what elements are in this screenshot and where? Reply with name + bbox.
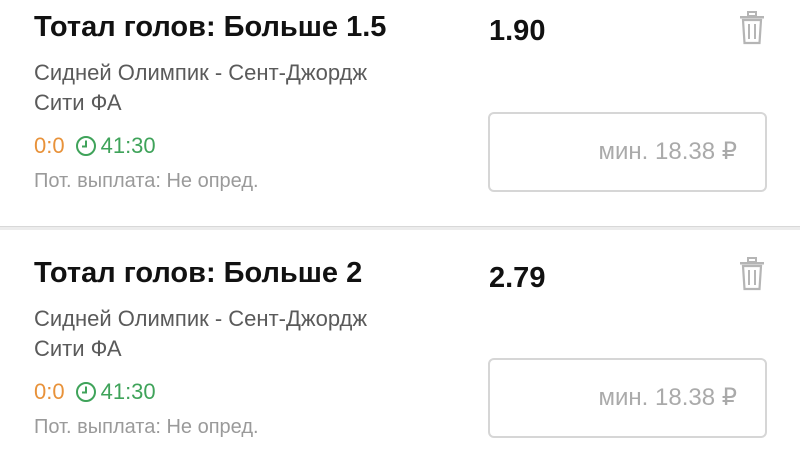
match-score: 0:0 <box>34 379 65 404</box>
trash-icon[interactable] <box>737 257 767 291</box>
match-time: 41:30 <box>100 379 156 404</box>
trash-icon[interactable] <box>737 11 767 45</box>
potential-payout: Пот. выплата: Не опред. <box>34 416 259 438</box>
bet-slip-item: Тотал голов: Больше 2 2.79 Сидней Олимпи… <box>0 230 800 470</box>
match-score: 0:0 <box>34 133 65 158</box>
live-status: 0:0 41:30 <box>34 378 156 406</box>
potential-payout: Пот. выплата: Не опред. <box>34 170 259 192</box>
match-time: 41:30 <box>100 133 156 158</box>
event-name-line1: Сидней Олимпик - Сент-Джордж <box>34 306 368 331</box>
event-name-line2: Сити ФА <box>34 90 122 115</box>
market-name: Тотал голов: Больше 2 <box>34 257 363 289</box>
stake-input[interactable] <box>488 358 767 438</box>
live-status: 0:0 41:30 <box>34 132 156 160</box>
clock-icon <box>75 135 97 157</box>
odds-value: 2.79 <box>489 262 546 294</box>
event-name: Сидней Олимпик - Сент-Джордж Сити ФА <box>34 58 454 118</box>
market-name: Тотал голов: Больше 1.5 <box>34 11 387 43</box>
event-name: Сидней Олимпик - Сент-Джордж Сити ФА <box>34 304 454 364</box>
clock-icon <box>75 381 97 403</box>
bet-slip-item: Тотал голов: Больше 1.5 1.90 Сидней Олим… <box>0 0 800 226</box>
event-name-line1: Сидней Олимпик - Сент-Джордж <box>34 60 368 85</box>
event-name-line2: Сити ФА <box>34 336 122 361</box>
stake-input[interactable] <box>488 112 767 192</box>
odds-value: 1.90 <box>489 15 546 47</box>
